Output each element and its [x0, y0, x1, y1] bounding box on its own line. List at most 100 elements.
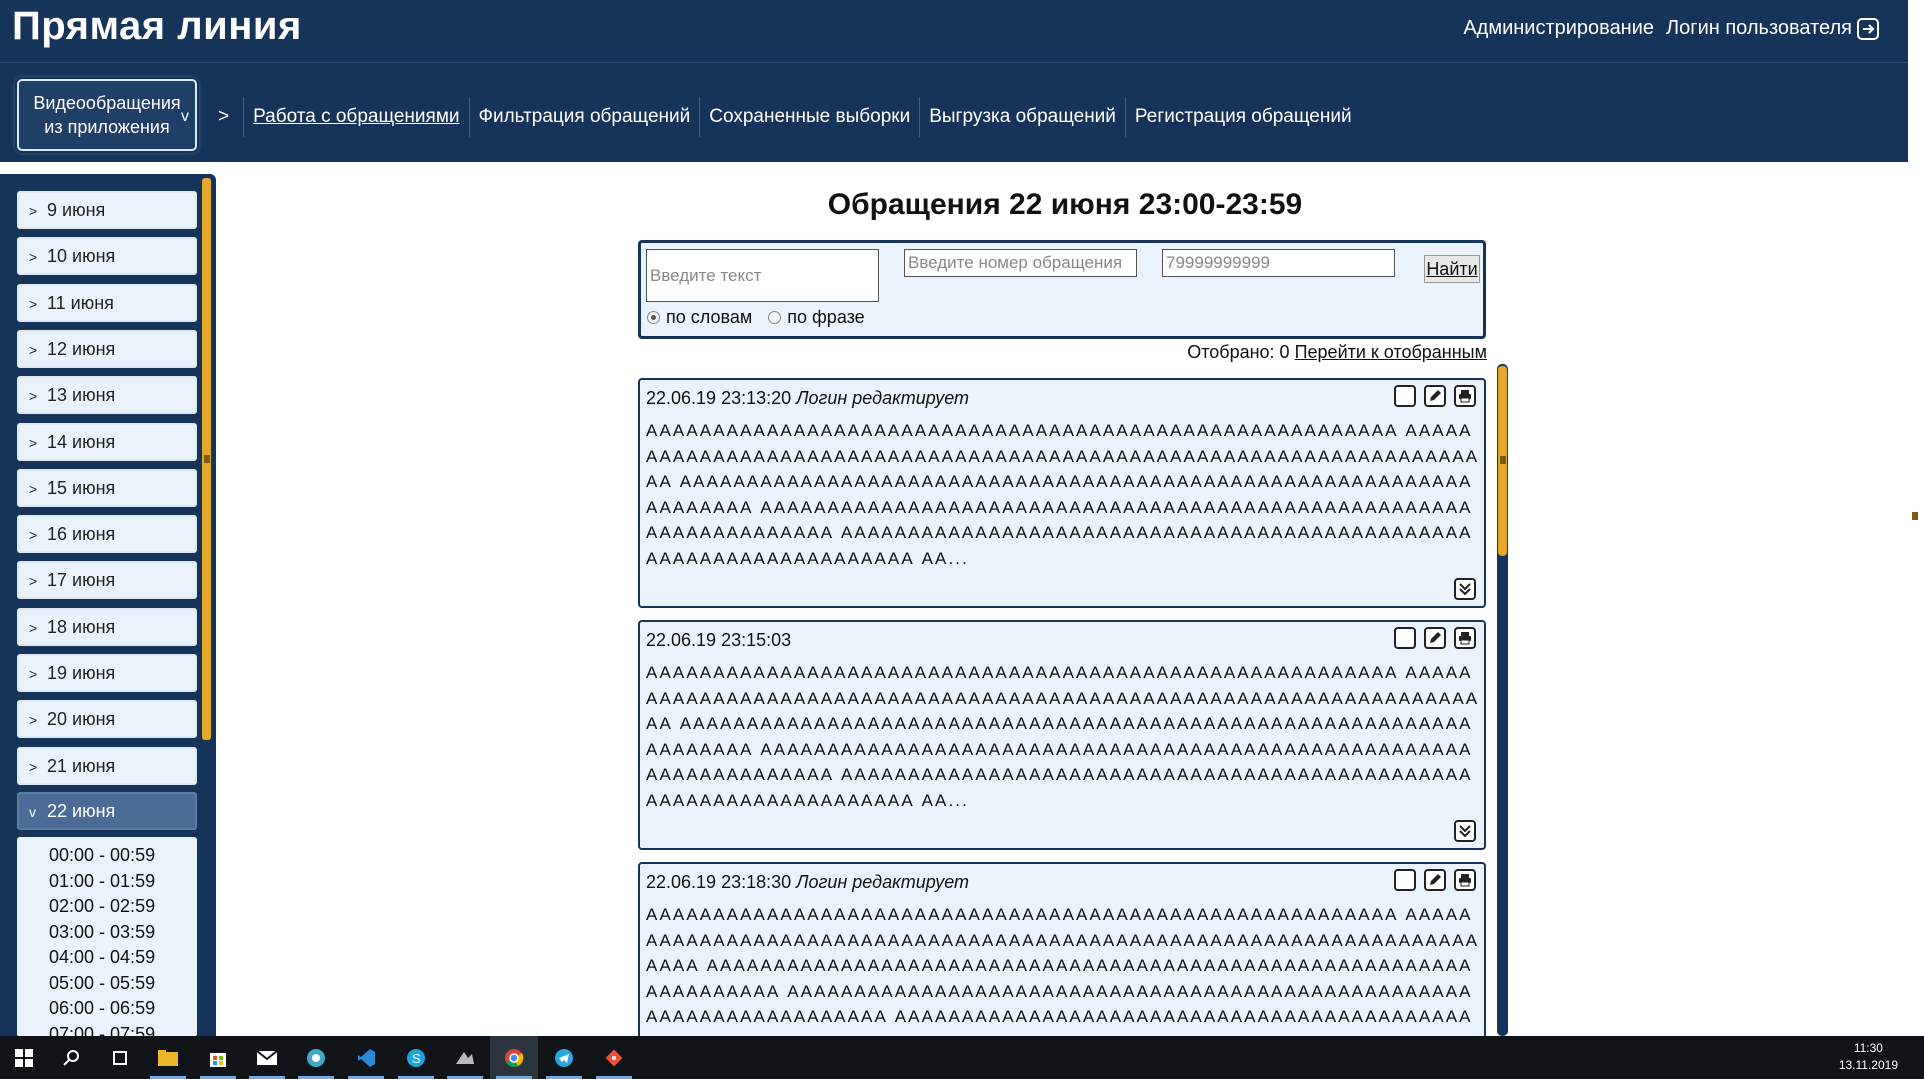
day-label: 13 июня: [47, 385, 116, 406]
nav-work-with-requests[interactable]: Работа с обращениями: [243, 97, 468, 137]
day-item-open[interactable]: v 22 июня: [17, 792, 197, 830]
expand-down-icon[interactable]: [1454, 820, 1476, 842]
edit-icon[interactable]: [1424, 869, 1446, 891]
task-view-icon[interactable]: [96, 1036, 144, 1079]
select-checkbox[interactable]: [1394, 869, 1416, 891]
radio-dot: [768, 311, 782, 324]
request-number-input[interactable]: [904, 249, 1137, 277]
print-icon[interactable]: [1454, 869, 1476, 891]
user-login-link[interactable]: Логин пользователя: [1666, 17, 1852, 40]
chevron-right-icon: >: [29, 619, 38, 636]
chevron-right-icon: >: [29, 295, 38, 312]
file-explorer-icon[interactable]: [144, 1036, 192, 1079]
find-button[interactable]: Найти: [1424, 255, 1480, 283]
card-header: 22.06.19 23:15:03: [646, 630, 791, 651]
day-label: 18 июня: [47, 616, 116, 637]
day-item[interactable]: >15 июня: [17, 468, 197, 507]
day-item[interactable]: >14 июня: [17, 422, 197, 461]
radio-by-words[interactable]: по словам: [647, 307, 752, 328]
hour-item[interactable]: 04:00 - 04:59: [17, 945, 197, 971]
media-app-icon[interactable]: [441, 1036, 489, 1079]
day-label: 14 июня: [47, 431, 116, 452]
day-item[interactable]: >20 июня: [17, 700, 197, 739]
day-label: 16 июня: [47, 524, 116, 545]
card-editor: Логин редактирует: [796, 872, 970, 892]
card-text: АААААААААААААААААААААААААААААААААААААААА…: [646, 421, 1480, 568]
hour-item[interactable]: 06:00 - 06:59: [17, 996, 197, 1022]
system-clock[interactable]: 11:30 13.11.2019: [1839, 1040, 1898, 1074]
windows-start-icon[interactable]: [0, 1036, 48, 1079]
edit-icon[interactable]: [1424, 627, 1446, 649]
chevron-down-icon: v: [181, 108, 189, 125]
day-item[interactable]: >9 июня: [17, 191, 197, 229]
hour-item[interactable]: 07:00 - 07:59: [17, 1022, 197, 1038]
print-icon[interactable]: [1454, 627, 1476, 649]
request-card: 22.06.19 23:13:20 Логин редактирует ААААА…: [638, 378, 1486, 608]
day-item[interactable]: >16 июня: [17, 515, 197, 554]
section-select[interactable]: Видеообращения из приложения v: [17, 79, 197, 151]
chevron-right-icon: >: [29, 666, 38, 682]
chevron-right-icon: >: [29, 527, 38, 544]
globe-app-icon[interactable]: [292, 1036, 340, 1079]
nav-filter-requests[interactable]: Фильтрация обращений: [468, 97, 700, 137]
day-item[interactable]: >19 июня: [17, 654, 197, 692]
day-item[interactable]: >11 июня: [17, 283, 197, 322]
vscode-icon[interactable]: [342, 1036, 390, 1079]
card-datetime: 22.06.19 23:13:20: [646, 388, 792, 408]
day-item[interactable]: >13 июня: [17, 376, 197, 415]
clock-date: 13.11.2019: [1838, 1058, 1898, 1072]
section-select-line2: из приложения: [44, 117, 170, 137]
selected-counter: Отобрано: 0 Перейти к отобранным: [1187, 342, 1487, 363]
hour-item[interactable]: 03:00 - 03:59: [17, 920, 197, 946]
search-panel: Найти по словам по фразе: [638, 240, 1486, 339]
chevron-right-icon: >: [29, 434, 38, 451]
git-icon[interactable]: [590, 1036, 638, 1079]
card-datetime: 22.06.19 23:18:30: [646, 872, 792, 892]
page-title: Обращения 22 июня 23:00-23:59: [827, 188, 1303, 221]
chevron-right-icon: >: [29, 249, 38, 266]
mail-icon[interactable]: [243, 1036, 291, 1079]
phone-input[interactable]: [1162, 249, 1395, 277]
expand-down-icon[interactable]: [1454, 578, 1476, 600]
radio-dot-checked: [647, 311, 660, 324]
chevron-right-icon: >: [29, 388, 38, 405]
day-item[interactable]: >21 июня: [17, 746, 197, 785]
nav-register-requests[interactable]: Регистрация обращений: [1124, 97, 1361, 137]
day-item[interactable]: >17 июня: [17, 561, 197, 600]
hour-item[interactable]: 02:00 - 02:59: [17, 894, 197, 920]
logout-icon[interactable]: [1856, 17, 1882, 43]
radio-by-phrase[interactable]: по фразе: [768, 307, 865, 328]
hour-item[interactable]: 05:00 - 05:59: [17, 971, 197, 997]
header-divider: [0, 62, 1908, 63]
chevron-right-icon: >: [29, 203, 38, 219]
telegram-icon[interactable]: [540, 1036, 588, 1079]
select-checkbox[interactable]: [1394, 385, 1416, 407]
day-item[interactable]: >12 июня: [17, 329, 197, 368]
day-label: 12 июня: [47, 338, 116, 359]
top-links: Администрирование Логин пользователя: [1463, 17, 1852, 40]
svg-text:S: S: [412, 1051, 421, 1066]
hour-item[interactable]: 01:00 - 01:59: [17, 869, 197, 895]
day-item[interactable]: >18 июня: [17, 607, 197, 646]
goto-selected-link[interactable]: Перейти к отобранным: [1295, 342, 1487, 362]
day-item[interactable]: >10 июня: [17, 237, 197, 276]
section-select-line1: Видеообращения: [33, 93, 181, 113]
skype-icon[interactable]: S: [392, 1036, 440, 1079]
chevron-right-icon: >: [29, 341, 38, 358]
hour-item[interactable]: 00:00 - 00:59: [17, 843, 197, 869]
day-label: 10 июня: [47, 246, 116, 267]
search-icon[interactable]: [48, 1036, 96, 1079]
nav-export-requests[interactable]: Выгрузка обращений: [919, 97, 1125, 137]
app-header: Прямая линия Администрирование Логин пол…: [0, 0, 1908, 162]
card-text: АААААААААААААААААААААААААААААААААААААААА…: [646, 663, 1480, 810]
day-label: 21 июня: [47, 755, 116, 776]
admin-link[interactable]: Администрирование: [1463, 17, 1654, 40]
select-checkbox[interactable]: [1394, 627, 1416, 649]
print-icon[interactable]: [1454, 385, 1476, 407]
nav-saved-selections[interactable]: Сохраненные выборки: [699, 97, 919, 137]
card-tools: [1394, 869, 1476, 891]
store-icon[interactable]: [194, 1036, 242, 1079]
search-text-input[interactable]: [646, 249, 879, 302]
edit-icon[interactable]: [1424, 385, 1446, 407]
chrome-icon[interactable]: [490, 1036, 538, 1079]
